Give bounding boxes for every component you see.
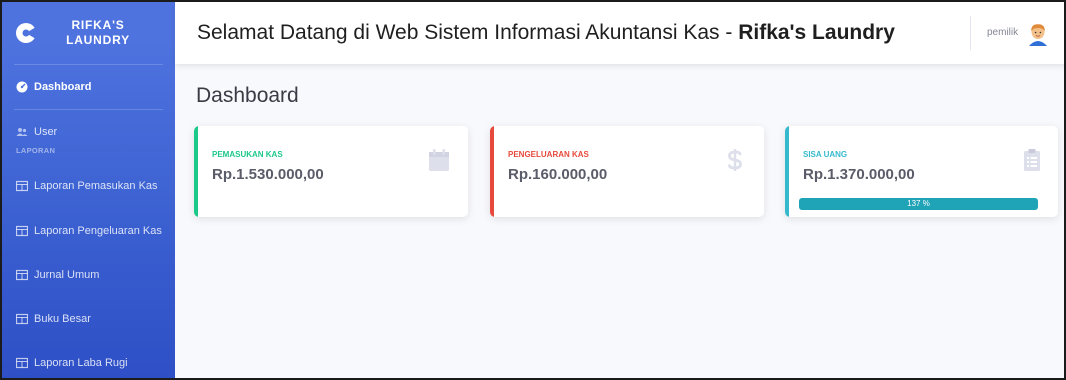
sidebar-item-label: Dashboard [34, 81, 92, 93]
card-accent [194, 126, 198, 217]
sidebar: RIFKA'S LAUNDRY Dashboard User LAPORAN L… [2, 2, 175, 378]
card-accent [785, 126, 789, 217]
welcome-text: Selamat Datang di Web Sistem Informasi A… [197, 21, 739, 44]
clipboard-icon [1024, 149, 1040, 171]
card-value: Rp.160.000,00 [508, 166, 608, 183]
welcome-heading: Selamat Datang di Web Sistem Informasi A… [197, 21, 895, 45]
sidebar-item-label: Laporan Pemasukan Kas [34, 179, 158, 192]
table-icon [16, 357, 28, 369]
card-label: PENGELUARAN KAS [508, 150, 589, 159]
brand-name: RIFKA'S LAUNDRY [48, 18, 148, 48]
card-sisa-uang: SISA UANG Rp.1.370.000,00 137 % [785, 126, 1058, 217]
calendar-icon [429, 149, 449, 171]
topbar: Selamat Datang di Web Sistem Informasi A… [175, 2, 1064, 64]
sidebar-item-buku-besar[interactable]: Buku Besar [2, 297, 175, 341]
sidebar-section-heading: LAPORAN [16, 146, 56, 155]
topbar-divider [970, 16, 971, 50]
brand[interactable]: RIFKA'S LAUNDRY [2, 2, 175, 64]
table-icon [16, 313, 28, 325]
sidebar-item-jurnal-umum[interactable]: Jurnal Umum [2, 253, 175, 297]
sidebar-item-laporan-pemasukan-kas[interactable]: Laporan Pemasukan Kas [2, 162, 175, 209]
sidebar-item-user[interactable]: User [2, 110, 175, 146]
sidebar-item-laporan-pengeluaran-kas[interactable]: Laporan Pengeluaran Kas [2, 209, 175, 253]
sidebar-item-dashboard[interactable]: Dashboard [2, 65, 175, 109]
page-title: Dashboard [196, 84, 299, 107]
card-label: PEMASUKAN KAS [212, 150, 283, 159]
welcome-business-name: Rifka's Laundry [738, 21, 895, 44]
progress-bar: 137 % [799, 198, 1038, 210]
table-icon [16, 225, 28, 237]
users-icon [16, 128, 28, 136]
sidebar-item-label: User [34, 126, 58, 138]
avatar[interactable] [1025, 20, 1051, 46]
brand-name-line2: LAUNDRY [66, 33, 130, 47]
sidebar-item-label: Laporan Laba Rugi [34, 357, 128, 369]
table-icon [16, 180, 28, 191]
dollar-icon [728, 149, 742, 171]
table-icon [16, 269, 28, 281]
sidebar-item-label: Buku Besar [34, 313, 91, 325]
user-name[interactable]: pemilik [987, 27, 1018, 38]
brand-name-line1: RIFKA'S [71, 18, 125, 32]
app-window: RIFKA'S LAUNDRY Dashboard User LAPORAN L… [0, 0, 1066, 380]
tachometer-icon [16, 81, 28, 93]
card-value: Rp.1.370.000,00 [803, 166, 915, 183]
card-value: Rp.1.530.000,00 [212, 166, 324, 183]
card-label: SISA UANG [803, 150, 848, 159]
brand-logo-icon [16, 23, 38, 43]
card-accent [490, 126, 494, 217]
sidebar-item-label: Laporan Pengeluaran Kas [34, 225, 162, 237]
card-pengeluaran-kas: PENGELUARAN KAS Rp.160.000,00 [490, 126, 764, 217]
card-pemasukan-kas: PEMASUKAN KAS Rp.1.530.000,00 [194, 126, 468, 217]
progress-fill: 137 % [799, 198, 1038, 210]
sidebar-item-laporan-laba-rugi[interactable]: Laporan Laba Rugi [2, 341, 175, 378]
sidebar-item-label: Jurnal Umum [34, 269, 100, 281]
